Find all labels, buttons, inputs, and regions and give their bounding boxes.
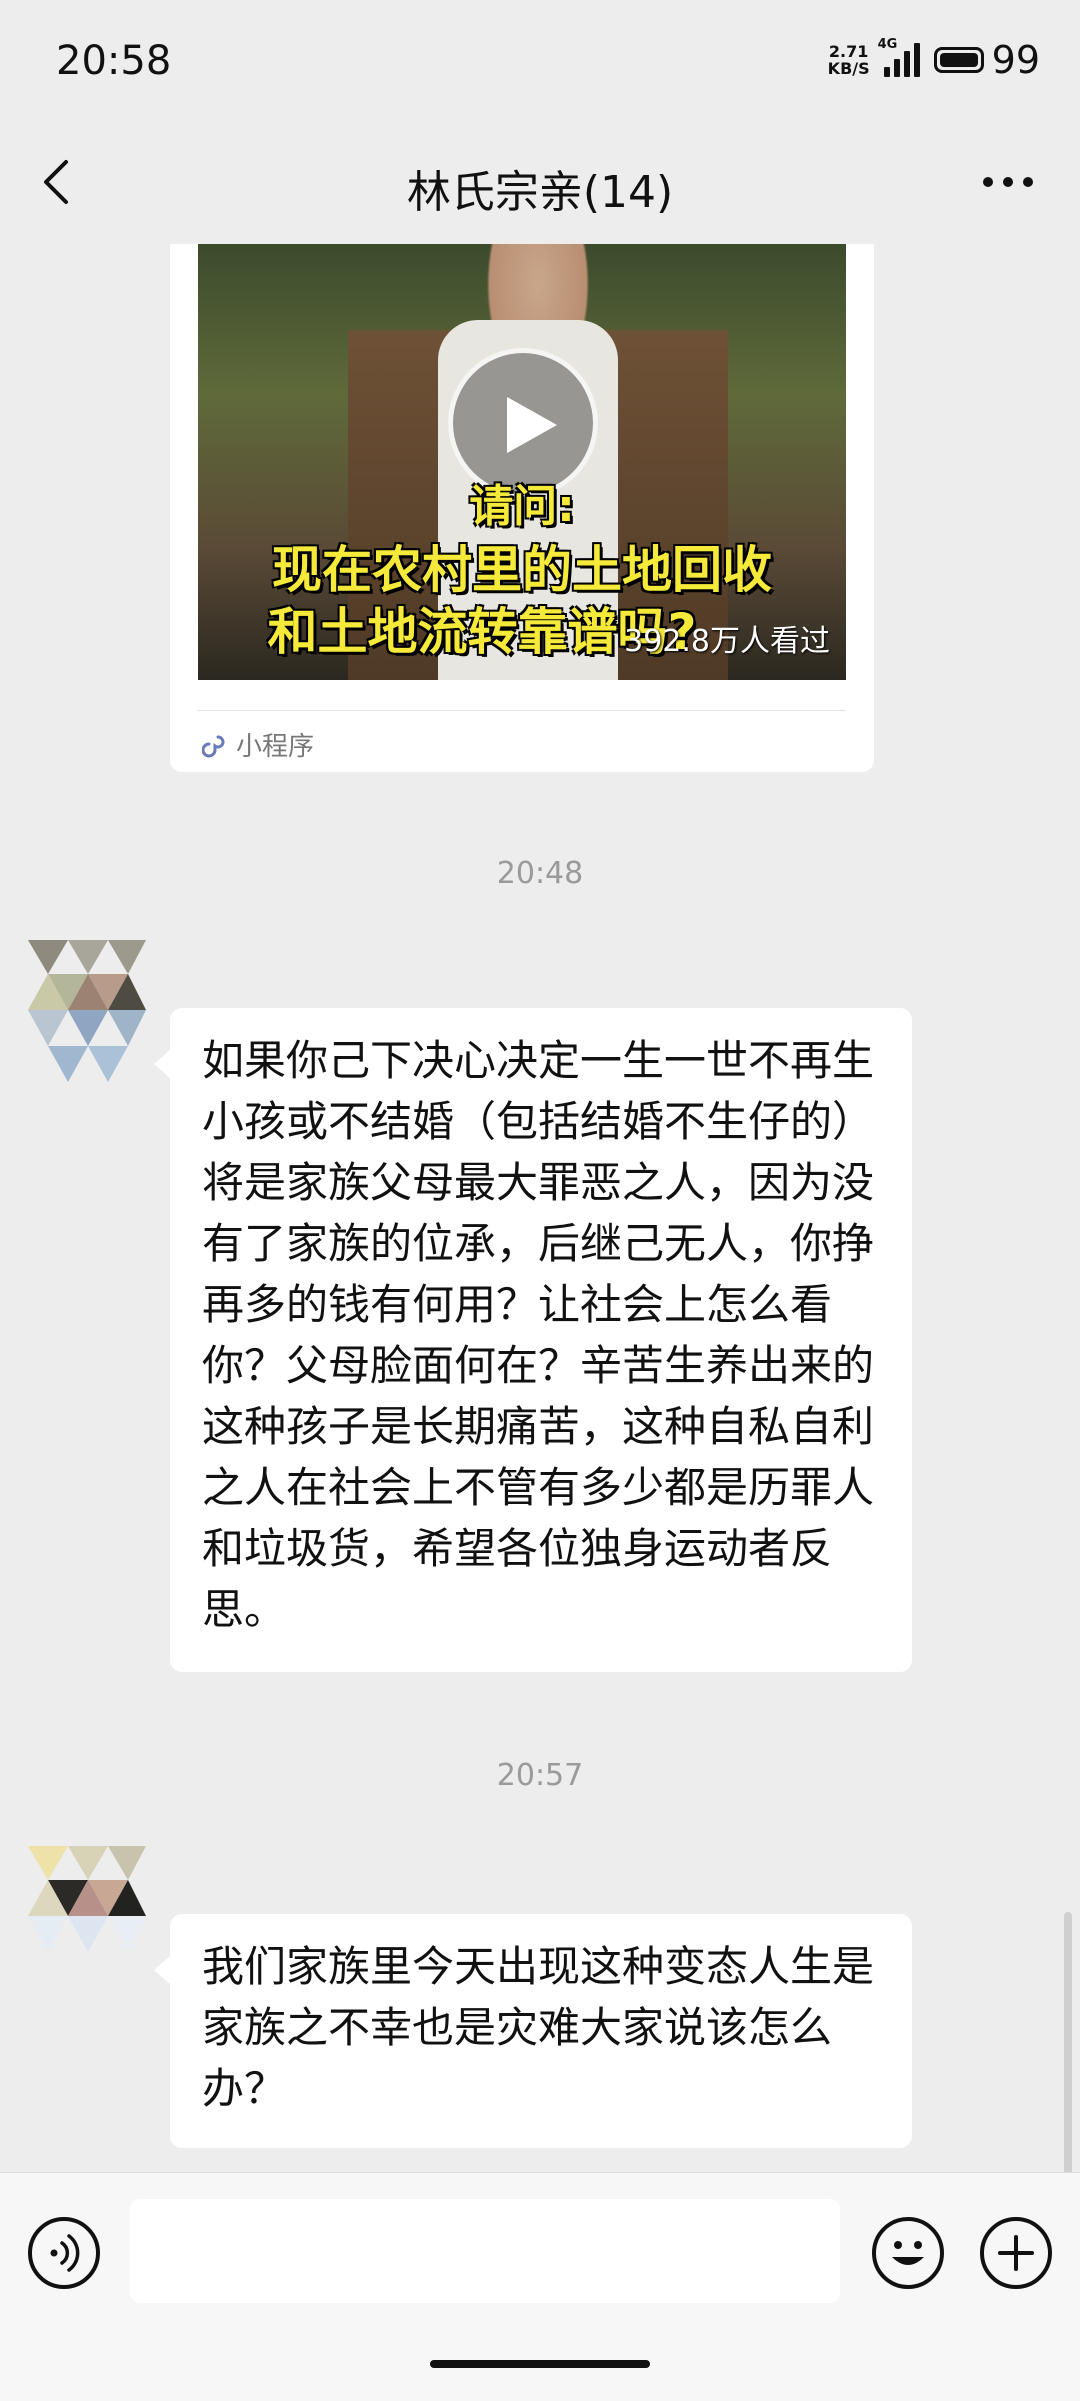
network-type: 4G	[877, 37, 898, 52]
miniapp-video-card[interactable]: 请问: 现在农村里的土地回收 和土地流转靠谱吗? 392.8万人看过 小程序	[170, 244, 874, 772]
signal-icon: 4G	[878, 37, 920, 77]
status-indicators: 2.71 KB/S 4G 99	[828, 37, 1040, 82]
video-caption-line-1: 请问:	[469, 481, 575, 532]
chat-title: 林氏宗亲(14)	[406, 167, 674, 218]
message-timestamp: 20:48	[496, 856, 584, 891]
emoji-button[interactable]	[872, 2217, 944, 2289]
avatar[interactable]	[28, 940, 146, 1092]
miniapp-label: 小程序	[236, 732, 315, 762]
network-speed-value: 2.71	[828, 42, 869, 61]
chat-header: 林氏宗亲(14)	[0, 120, 1080, 244]
status-time: 20:58	[56, 38, 172, 84]
voice-icon	[50, 2234, 80, 2272]
status-bar: 20:58 2.71 KB/S 4G 99	[0, 0, 1080, 120]
home-indicator[interactable]	[430, 2360, 650, 2368]
avatar[interactable]	[28, 1846, 146, 1998]
chat-area[interactable]: 请问: 现在农村里的土地回收 和土地流转靠谱吗? 392.8万人看过 小程序 2…	[0, 244, 1080, 2172]
plus-icon	[998, 2235, 1034, 2271]
view-count: 392.8万人看过	[624, 624, 830, 659]
battery-icon	[933, 47, 984, 73]
smile-icon	[892, 2241, 924, 2265]
more-functions-button[interactable]	[980, 2217, 1052, 2289]
voice-input-button[interactable]	[28, 2217, 100, 2289]
network-speed: 2.71 KB/S	[828, 43, 870, 77]
network-speed-unit: KB/S	[827, 59, 870, 78]
message-input[interactable]	[130, 2199, 840, 2303]
card-divider	[198, 710, 846, 711]
battery-level: 99	[991, 38, 1040, 82]
battery-indicator: 99	[933, 38, 1040, 82]
miniapp-source: 小程序	[202, 726, 314, 763]
more-options-icon[interactable]	[976, 168, 1040, 196]
video-thumbnail[interactable]: 请问: 现在农村里的土地回收 和土地流转靠谱吗? 392.8万人看过	[198, 244, 846, 680]
message-bubble[interactable]: 我们家族里今天出现这种变态人生是家族之不幸也是灾难大家说该怎么办？	[154, 1914, 912, 2148]
message-timestamp: 20:57	[496, 1758, 584, 1793]
message-bubble[interactable]: 如果你己下决心决定一生一世不再生小孩或不结婚（包括结婚不生仔的）将是家族父母最大…	[154, 1008, 912, 1672]
miniapp-icon	[202, 735, 225, 757]
scrollbar[interactable]	[1064, 1912, 1072, 2172]
